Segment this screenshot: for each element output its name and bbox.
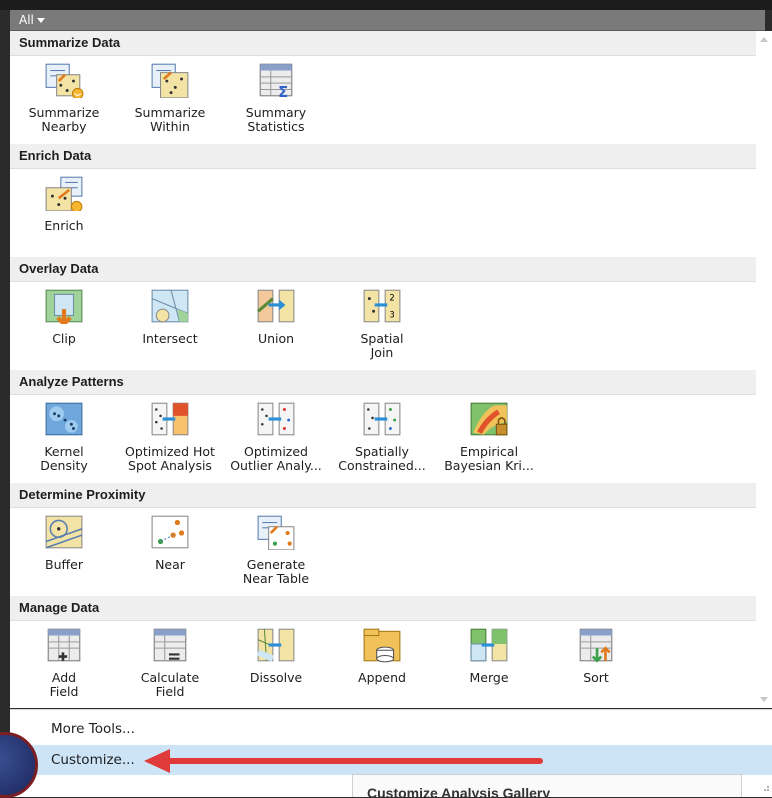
tool-label: Add Field [49,670,79,699]
tool-button[interactable]: Buffer [11,514,117,572]
summarize-within-icon [151,63,189,98]
tool-label: Sort [583,670,609,685]
tool-label: Summary Statistics [245,105,307,134]
customize-tooltip: Customize Analysis Gallery [352,774,742,797]
tool-label: Calculate Field [140,670,200,699]
tool-row: Enrich [10,169,756,257]
tool-button[interactable]: Σ Summary Statistics [223,62,329,134]
sort-icon [579,628,613,663]
section-header: Overlay Data [10,257,756,282]
section-header: Summarize Data [10,31,756,56]
scroll-down-icon[interactable] [760,697,768,702]
tool-button[interactable]: Summarize Within [117,62,223,134]
tool-label: Kernel Density [40,444,88,473]
clip-icon [45,289,83,324]
tool-label: Spatial Join [360,331,404,360]
tool-button[interactable]: Calculate Field [117,627,223,699]
tool-button[interactable]: Enrich [11,175,117,233]
svg-text:2: 2 [389,293,394,303]
tool-row: Summarize Nearby Summarize Within Σ Summary… [10,56,756,144]
append-icon [363,628,401,663]
near-icon [151,515,189,549]
svg-text:Σ: Σ [278,84,288,98]
tool-label: Optimized Outlier Analy... [230,444,322,473]
chevron-down-icon [36,18,45,23]
intersect-icon [151,289,189,323]
window-top-edge [0,0,772,10]
red-arrow-annotation [144,749,543,773]
tooltip-title: Customize Analysis Gallery [367,785,551,797]
tool-button[interactable]: Spatially Constrained... [329,401,435,473]
tool-button[interactable]: Intersect [117,288,223,346]
tool-label: Spatially Constrained... [338,444,426,473]
tool-button[interactable]: Kernel Density [11,401,117,473]
kernel-density-icon [45,402,83,436]
hot-spot-icon [151,402,189,436]
calculate-field-icon [153,628,187,662]
tool-label: Append [358,670,406,685]
gallery-scrollbar[interactable] [756,31,772,708]
section-header: Determine Proximity [10,483,756,508]
bayesian-kriging-icon [470,402,508,436]
tool-button[interactable]: 2 3 Spatial Join [329,288,435,360]
tool-row: Add Field Calculate Field Dissolve Append Me… [10,621,756,708]
tool-label: Buffer [45,557,83,572]
tool-label: Intersect [142,331,198,346]
summary-statistics-icon: Σ [259,63,293,98]
tool-button[interactable]: Near [117,514,223,572]
tool-button[interactable]: Add Field [11,627,117,699]
gallery-filter-bar: All [10,10,765,31]
scroll-up-icon[interactable] [760,37,768,42]
tool-button[interactable]: Merge [436,627,542,685]
tool-button[interactable]: Append [329,627,435,685]
tool-button[interactable]: Union [223,288,329,346]
tool-label: Generate Near Table [242,557,310,586]
tool-button[interactable]: Optimized Hot Spot Analysis [117,401,223,473]
tool-button[interactable]: Summarize Nearby [11,62,117,134]
filter-dropdown[interactable]: All [10,10,45,30]
add-field-icon [47,628,81,662]
analysis-gallery: Summarize Data Summarize Nearby Summarize … [10,31,756,708]
tool-label: Optimized Hot Spot Analysis [125,444,215,473]
outlier-icon [257,402,295,436]
tool-row: Clip Intersect Union 2 3 Spatial Join [10,282,756,370]
tool-label: Clip [52,331,76,346]
dissolve-icon [256,628,295,662]
merge-icon [470,628,508,662]
more-tools-menu-item[interactable]: More Tools... [10,714,772,744]
spatial-join-icon: 23 [363,289,401,323]
filter-dropdown-label: All [19,13,34,27]
tool-label: Dissolve [249,670,303,685]
tool-button[interactable]: Sort [543,627,649,685]
tool-button[interactable]: Clip [11,288,117,346]
tool-button[interactable]: Generate Near Table [223,514,329,586]
tool-label: Merge [469,670,509,685]
tool-button[interactable]: Dissolve [223,627,329,685]
svg-text:3: 3 [389,310,394,320]
section-header: Manage Data [10,596,756,621]
section-header: Analyze Patterns [10,370,756,395]
tool-label: Empirical Bayesian Kri... [444,444,534,473]
tool-row: Buffer Near Generate Near Table [10,508,756,596]
tool-label: Union [257,331,295,346]
tool-label: Near [155,557,185,572]
enrich-icon [45,176,83,211]
section-header: Enrich Data [10,144,756,169]
tool-label: Enrich [44,218,84,233]
tool-row: Kernel Density Optimized Hot Spot Analysi… [10,395,756,483]
near-table-icon [257,515,295,550]
union-icon [257,289,295,323]
tool-label: Summarize Within [134,105,206,134]
spatially-constrained-icon [363,402,401,436]
tool-label: Summarize Nearby [28,105,100,134]
tool-button[interactable]: Optimized Outlier Analy... [223,401,329,473]
summarize-nearby-icon [45,63,84,98]
buffer-icon [45,515,83,549]
resize-grip-icon[interactable] [760,784,770,794]
tool-button[interactable]: Empirical Bayesian Kri... [436,401,542,473]
